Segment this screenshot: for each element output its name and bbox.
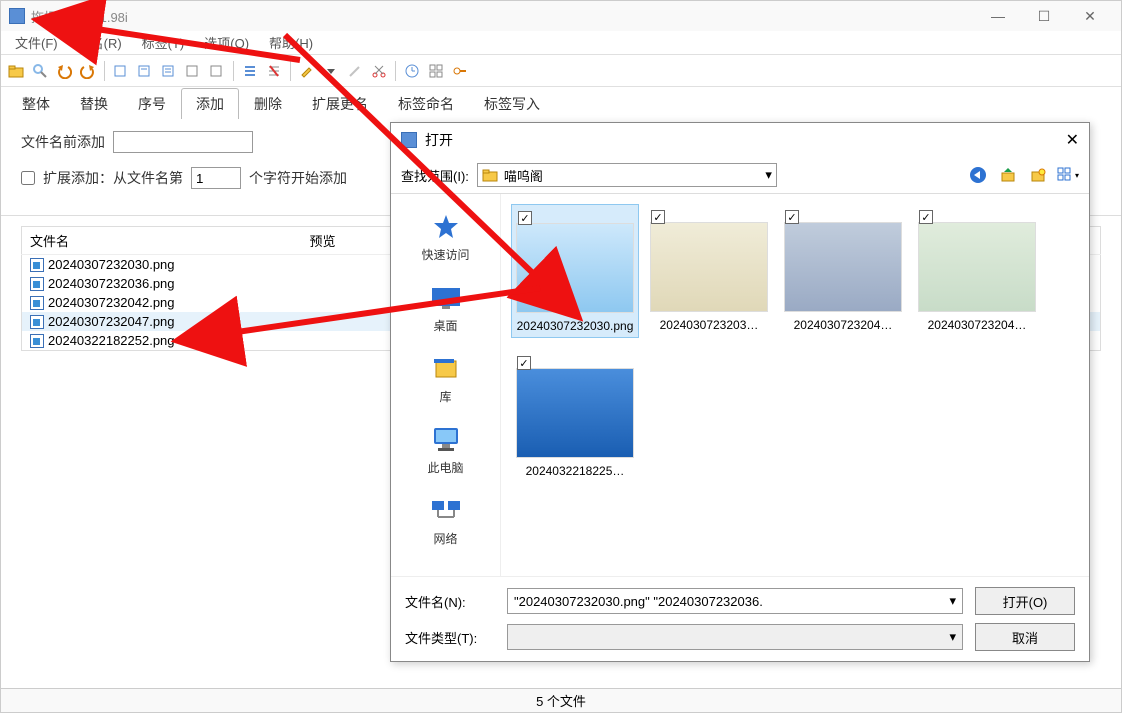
statusbar: 5 个文件 (1, 688, 1121, 712)
app-icon (9, 8, 25, 24)
prefix-label: 文件名前添加 (21, 132, 105, 152)
chevron-down-icon: ▾ (949, 593, 956, 609)
side-network[interactable]: 网络 (391, 490, 500, 553)
filetype-combo[interactable]: ▾ (507, 624, 963, 650)
file-name-cell: 20240322182252.png (48, 333, 175, 348)
open-folder-icon[interactable] (5, 60, 27, 82)
side-this-pc[interactable]: 此电脑 (391, 419, 500, 482)
file-thumb[interactable]: ✓ 2024030723204… (779, 204, 907, 338)
file-thumb[interactable]: ✓ 2024032218225… (511, 350, 639, 482)
chevron-down-icon: ▾ (765, 167, 772, 183)
ext-num-input[interactable] (191, 167, 241, 189)
tab-whole[interactable]: 整体 (7, 88, 65, 119)
thumb-preview (516, 368, 634, 458)
annotation-arrow (250, 20, 570, 303)
view-menu-icon[interactable]: ▾ (1057, 164, 1079, 186)
filename-combo[interactable]: "20240307232030.png" "20240307232036. ▾ (507, 588, 963, 614)
status-text: 5 个文件 (536, 691, 586, 710)
thumb-preview (784, 222, 902, 312)
prefix-input[interactable] (113, 131, 253, 153)
side-label: 网络 (433, 530, 457, 547)
dialog-bottom: 文件名(N): "20240307232030.png" "2024030723… (391, 576, 1089, 661)
file-thumb[interactable]: ✓ 2024030723204… (913, 204, 1041, 338)
new-folder-icon[interactable] (1027, 164, 1049, 186)
dialog-files-area[interactable]: ✓ 20240307232030.png ✓ 2024030723203… ✓ … (501, 194, 1089, 576)
thumb-checkbox[interactable]: ✓ (651, 210, 665, 224)
thumb-name: 2024030723204… (928, 318, 1027, 332)
filetype-label: 文件类型(T): (405, 628, 495, 647)
thumb-checkbox[interactable]: ✓ (919, 210, 933, 224)
filename-value: "20240307232030.png" "20240307232036. (514, 594, 763, 609)
file-icon (30, 258, 44, 272)
file-icon (30, 296, 44, 310)
thumb-preview (918, 222, 1036, 312)
tab-add[interactable]: 添加 (181, 88, 239, 119)
search-icon[interactable] (29, 60, 51, 82)
ext-checkbox[interactable] (21, 171, 35, 185)
dialog-close-button[interactable]: ✕ (1049, 130, 1079, 150)
minimize-button[interactable]: — (975, 1, 1021, 31)
chevron-down-icon: ▾ (949, 629, 956, 645)
filename-label: 文件名(N): (405, 592, 495, 611)
file-name-cell: 20240307232036.png (48, 276, 175, 291)
maximize-button[interactable]: ☐ (1021, 1, 1067, 31)
file-name-cell: 20240307232030.png (48, 257, 175, 272)
side-label: 库 (439, 388, 451, 405)
menu-file[interactable]: 文件(F) (5, 31, 68, 54)
tab-number[interactable]: 序号 (123, 88, 181, 119)
pc-icon (428, 425, 464, 455)
thumb-name: 2024030723204… (794, 318, 893, 332)
ext-label: 扩展添加：从文件名第 (43, 168, 183, 188)
side-label: 此电脑 (427, 459, 463, 476)
file-icon (30, 277, 44, 291)
cancel-button[interactable]: 取消 (975, 623, 1075, 651)
file-icon (30, 334, 44, 348)
thumb-preview (650, 222, 768, 312)
thumb-name: 2024032218225… (526, 464, 625, 478)
up-icon[interactable] (997, 164, 1019, 186)
file-thumb[interactable]: ✓ 2024030723203… (645, 204, 773, 338)
file-name-cell: 20240307232047.png (48, 314, 175, 329)
annotation-arrow (210, 278, 550, 361)
network-icon (428, 496, 464, 526)
close-button[interactable]: ✕ (1067, 1, 1113, 31)
thumb-name: 2024030723203… (660, 318, 759, 332)
tab-replace[interactable]: 替换 (65, 88, 123, 119)
open-button[interactable]: 打开(O) (975, 587, 1075, 615)
back-icon[interactable] (967, 164, 989, 186)
thumb-checkbox[interactable]: ✓ (785, 210, 799, 224)
file-name-cell: 20240307232042.png (48, 295, 175, 310)
file-icon (30, 315, 44, 329)
